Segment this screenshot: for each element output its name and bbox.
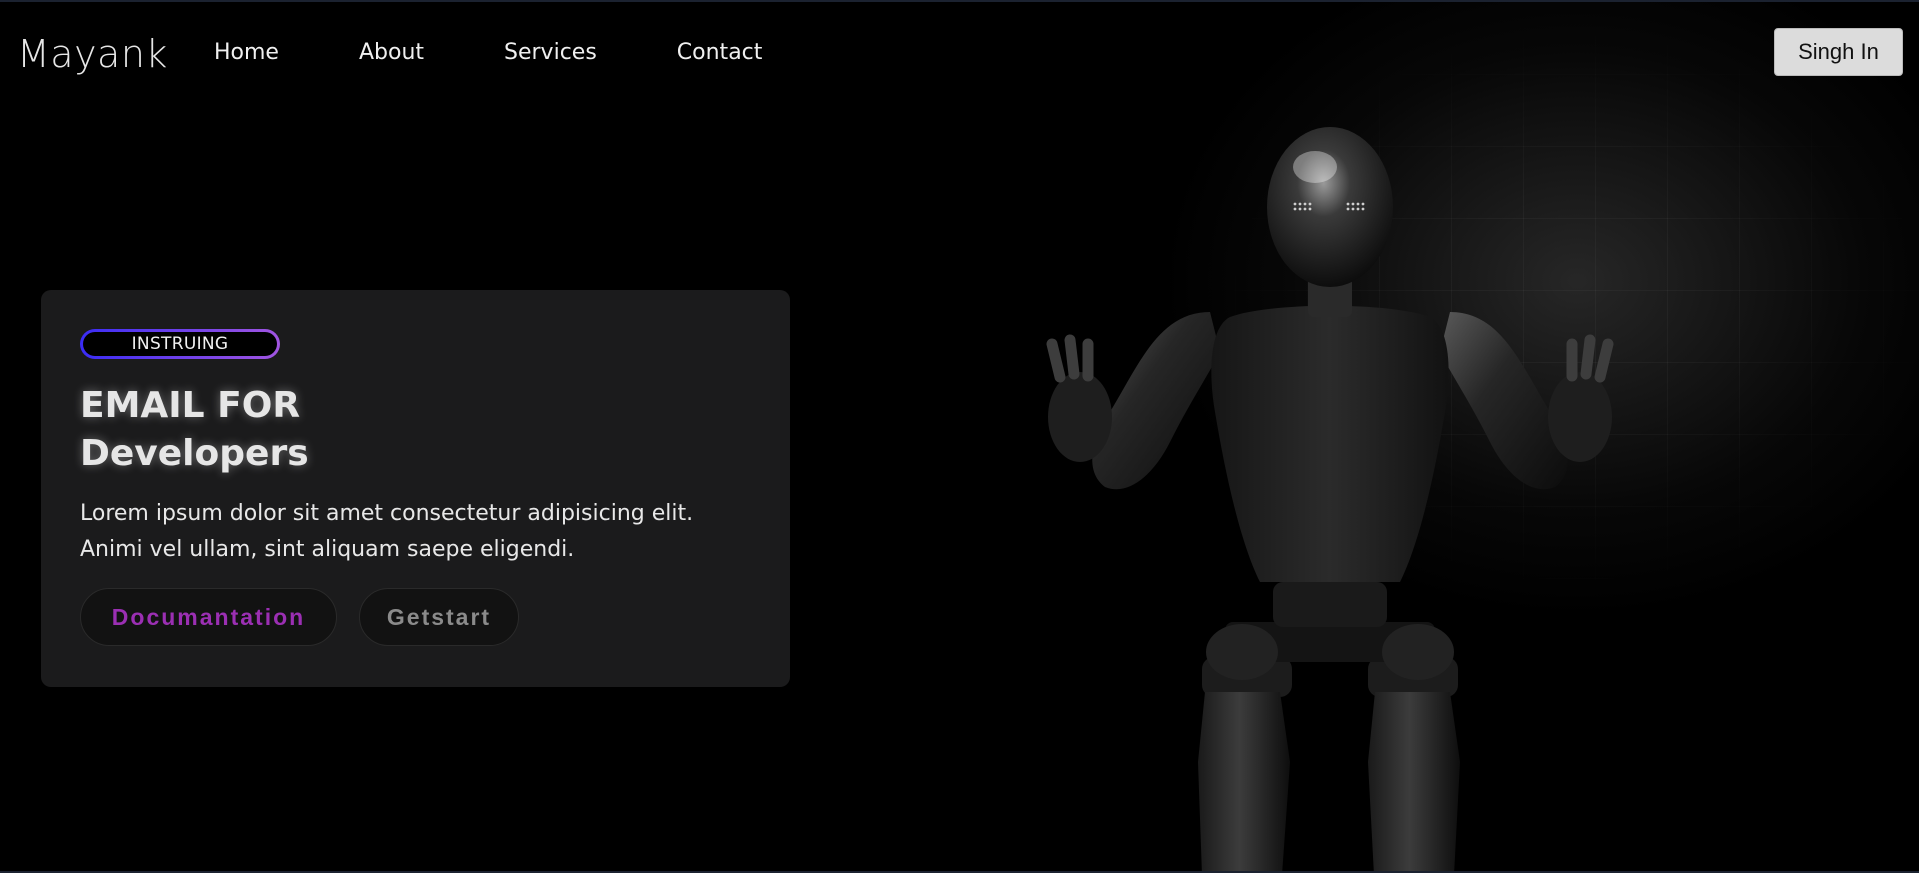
robot-head [1267, 127, 1393, 317]
hero-title-line-1: EMAIL FOR [80, 385, 301, 426]
hero-button-row: Documantation Getstart [80, 588, 519, 646]
hero-title-line-2: Developers [80, 433, 309, 474]
sign-in-button[interactable]: Singh In [1774, 28, 1903, 76]
hero-description: Lorem ipsum dolor sit amet consectetur a… [80, 501, 694, 562]
nav-links: Home About Services Contact [214, 40, 762, 65]
documentation-button[interactable]: Documantation [80, 588, 337, 646]
hero-title: EMAIL FOR Developers [80, 382, 309, 478]
hero-badge-label: INSTRUING [83, 332, 277, 356]
nav-link-home[interactable]: Home [214, 40, 279, 65]
navbar: Mayank Home About Services Contact Singh… [0, 2, 1919, 102]
nav-link-contact[interactable]: Contact [677, 40, 763, 65]
page: Mayank Home About Services Contact Singh… [0, 0, 1919, 873]
robot-illustration [1046, 127, 1614, 871]
nav-link-about[interactable]: About [359, 40, 424, 65]
getstart-button[interactable]: Getstart [359, 588, 519, 646]
hero-card: INSTRUING EMAIL FOR Developers Lorem ips… [41, 290, 790, 687]
hero-badge: INSTRUING [80, 329, 280, 359]
logo[interactable]: Mayank [17, 32, 168, 76]
robot-legs [1198, 622, 1460, 871]
robot-torso [1211, 305, 1449, 627]
nav-link-services[interactable]: Services [504, 40, 597, 65]
